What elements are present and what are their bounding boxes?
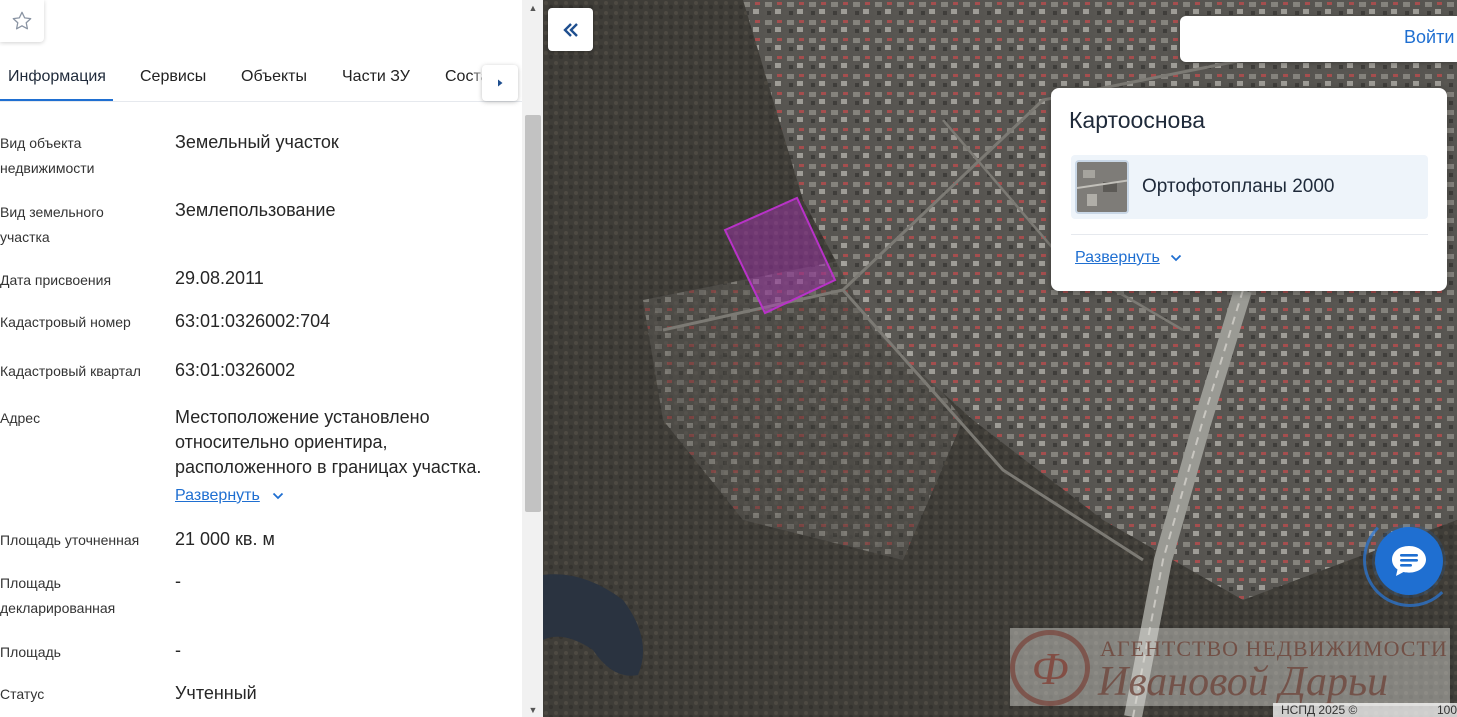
collapse-panel-button[interactable] [548, 8, 593, 51]
favorite-button[interactable] [0, 0, 44, 42]
area-declared-value: - [175, 571, 181, 591]
scroll-up-arrow[interactable]: ▲ [526, 2, 540, 14]
date-label: Дата присвоения [0, 272, 112, 288]
address-expand-label: Развернуть [175, 487, 260, 504]
watermark-line-2: Ивановой Дарьи [1098, 659, 1389, 705]
basemap-option[interactable]: Ортофотопланы 2000 [1071, 155, 1428, 219]
watermark-logo: Ф [1010, 630, 1090, 706]
status-value: Учтенный [175, 683, 257, 703]
basemap-expand-label: Развернуть [1075, 249, 1160, 266]
scale-text: 100 [1437, 703, 1457, 717]
date-value: 29.08.2011 [175, 268, 264, 288]
divider [1071, 234, 1428, 235]
tab-objects[interactable]: Объекты [241, 68, 307, 86]
active-tab-indicator [0, 99, 113, 101]
land-type-value: Землепользование [175, 200, 336, 220]
cadastral-number-value: 63:01:0326002:704 [175, 311, 331, 331]
cadastral-quarter-label: Кадастровый квартал [0, 363, 141, 379]
tab-services[interactable]: Сервисы [140, 68, 206, 86]
info-panel: Информация Сервисы Объекты Части ЗУ Сост… [0, 0, 543, 717]
address-expand-link[interactable]: Развернуть [175, 487, 284, 505]
chat-button[interactable] [1375, 527, 1443, 595]
chevron-down-icon [272, 492, 283, 500]
chat-icon [1392, 546, 1426, 576]
cadastral-number-label: Кадастровый номер [0, 314, 131, 330]
address-value: Местоположение установлено относительно … [175, 407, 482, 477]
tab-scroll-right-button[interactable] [482, 65, 518, 101]
object-type-label: Вид объекта недвижимости [0, 135, 95, 176]
double-chevron-left-icon [562, 22, 578, 37]
status-label: Статус [0, 686, 45, 702]
basemap-card: Картооснова Ортофотопланы 2000 Развернут… [1051, 88, 1447, 291]
tab-bar: Информация Сервисы Объекты Части ЗУ Сост… [0, 58, 522, 102]
area-label: Площадь [0, 644, 61, 660]
basemap-title: Картооснова [1069, 107, 1206, 133]
scrollbar-thumb[interactable] [525, 115, 541, 512]
attribution-text: НСПД 2025 © [1281, 703, 1358, 717]
land-type-label: Вид земельного участка [0, 204, 104, 245]
cadastral-quarter-value: 63:01:0326002 [175, 360, 296, 380]
chevron-down-icon [1170, 254, 1181, 262]
login-link[interactable]: Войти [1404, 27, 1454, 48]
tab-parts[interactable]: Части ЗУ [342, 68, 410, 86]
triangle-right-icon [498, 79, 503, 87]
tab-information[interactable]: Информация [8, 68, 106, 86]
map-attribution: НСПД 2025 © 100 [1273, 703, 1457, 717]
basemap-expand-link[interactable]: Развернуть [1075, 249, 1182, 267]
area-value: - [175, 640, 181, 660]
area-specified-label: Площадь уточненная [0, 532, 140, 548]
area-declared-label: Площадь декларированная [0, 575, 116, 616]
basemap-option-label: Ортофотопланы 2000 [1142, 176, 1335, 197]
basemap-thumbnail [1075, 160, 1129, 214]
address-label: Адрес [0, 410, 41, 426]
scroll-down-arrow[interactable]: ▼ [526, 704, 540, 716]
object-type-value: Земельный участок [175, 132, 339, 152]
area-specified-value: 21 000 кв. м [175, 529, 275, 549]
star-icon [12, 11, 32, 30]
